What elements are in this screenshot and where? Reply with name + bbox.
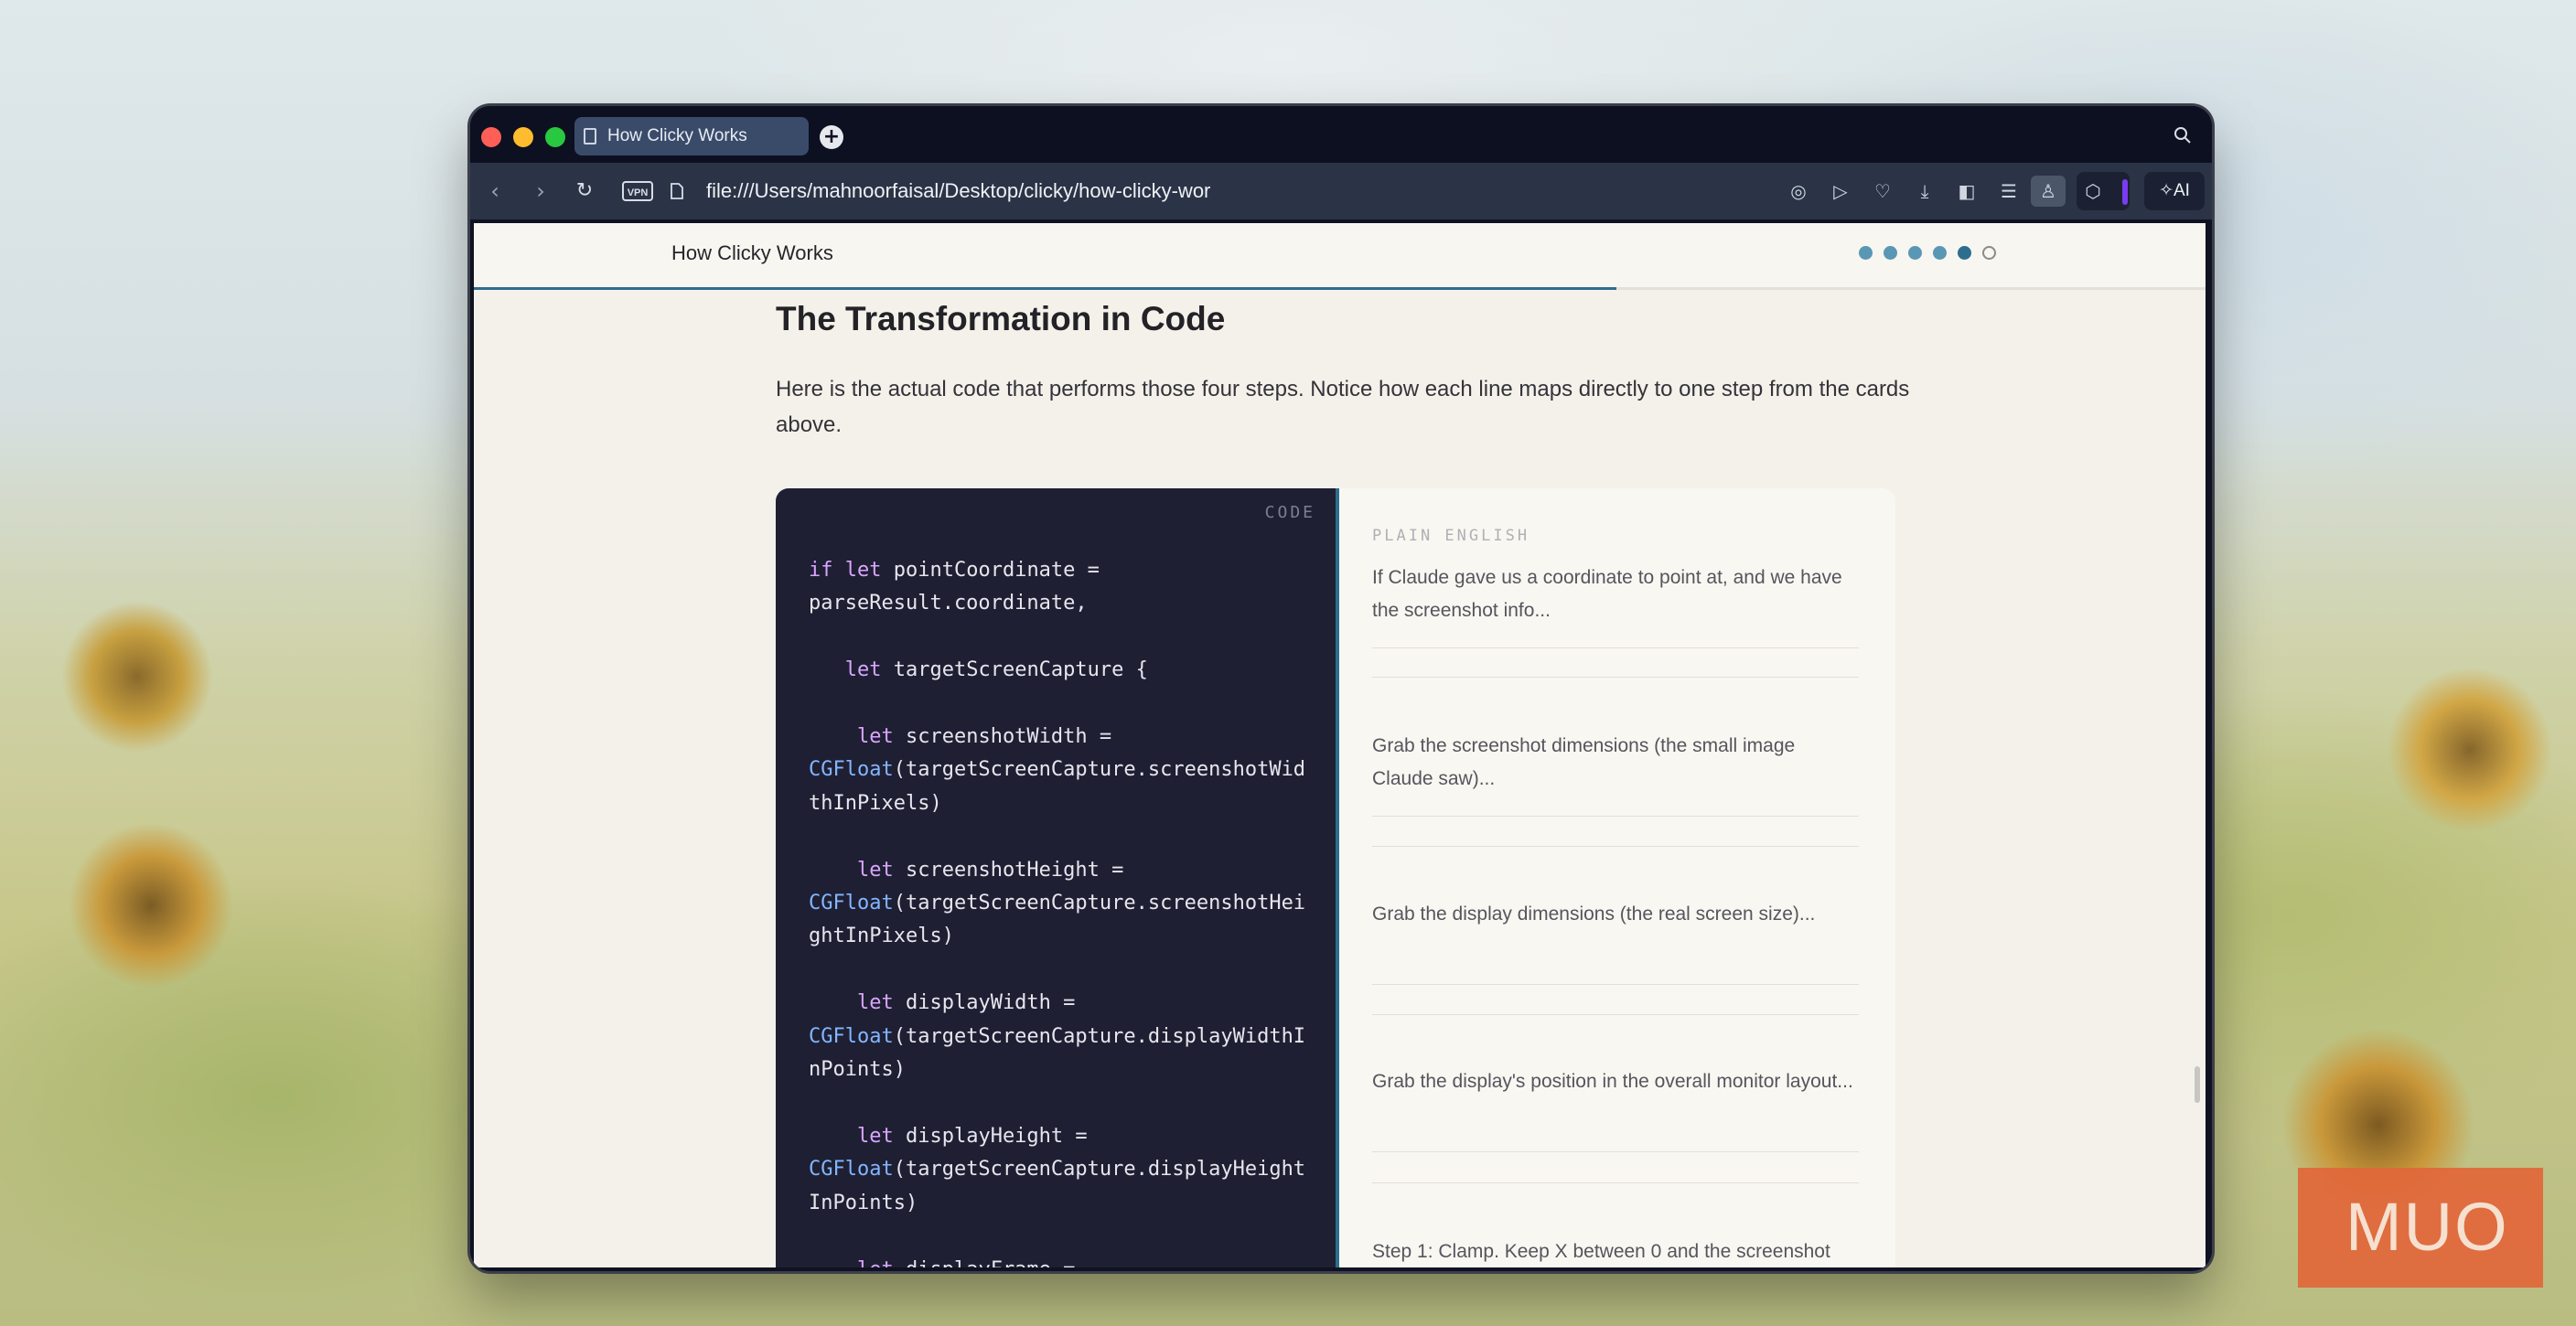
back-arrow-icon[interactable]: ‹ [483,179,507,203]
new-tab-plus-icon[interactable]: + [820,125,843,149]
menu-lines-icon[interactable]: ☰ [1998,180,2020,202]
code-line: thInPixels) [809,791,942,815]
row-divider [1372,816,1859,817]
sidebar-toggle-icon[interactable]: ◧ [1956,180,1978,202]
code-panel: CODE if let pointCoordinate = parseResul… [776,488,1336,1267]
web-page: How Clicky Works The Transformation in C… [474,223,2206,1267]
plain-english-row: Grab the display dimensions (the real sc… [1372,904,1816,925]
site-title: How Clicky Works [671,241,833,264]
code-line: CGFloat(targetScreenCapture.screenshotHe… [809,892,1306,915]
close-window-button[interactable] [481,127,501,147]
code-line: nPoints) [809,1058,906,1082]
row-divider [1372,677,1859,678]
minimize-window-button[interactable] [513,127,533,147]
plain-english-label: PLAIN ENGLISH [1372,527,1530,545]
code-line: CGFloat(targetScreenCapture.screenshotWi… [809,758,1306,782]
muo-logo-text: MUO [2345,1189,2509,1265]
progress-dot-5[interactable] [1958,246,1971,260]
progress-dot-2[interactable] [1884,246,1897,260]
navigation-toolbar: ‹ › ↻ VPN file:///Users/mahnoorfaisal/De… [470,163,2212,219]
plain-english-panel: PLAIN ENGLISH If Claude gave us a coordi… [1339,488,1895,1267]
maximize-window-button[interactable] [545,127,565,147]
page-header: How Clicky Works [474,223,2206,287]
vpn-button[interactable]: VPN [622,181,653,201]
code-line: parseResult.coordinate, [809,592,1088,615]
row-divider [1372,647,1859,648]
play-icon[interactable]: ▷ [1830,180,1852,202]
row-divider [1372,1014,1859,1015]
code-line: let targetScreenCapture { [844,658,1148,682]
cube-icon: ⬡ [2085,180,2101,202]
tab-title: How Clicky Works [607,126,747,145]
progress-dots [1859,246,1996,260]
ai-label: AI [2173,181,2190,200]
scrollbar-thumb[interactable] [2195,1066,2200,1103]
file-icon [671,183,683,199]
download-icon[interactable]: ⤓ [1914,180,1936,202]
extension-indicator [2122,179,2128,205]
section-title: The Transformation in Code [776,300,1226,337]
code-line: ghtInPixels) [809,925,954,948]
row-divider [1372,1182,1859,1183]
row-divider [1372,1151,1859,1152]
forward-arrow-icon[interactable]: › [529,179,553,203]
progress-dot-3[interactable] [1908,246,1922,260]
intro-paragraph: Here is the actual code that performs th… [776,377,1910,437]
code-line: CGFloat(targetScreenCapture.displayWidth… [809,1024,1306,1048]
reload-icon[interactable]: ↻ [573,179,596,203]
code-block: if let pointCoordinate = parseResult.coo… [809,554,1321,1267]
code-line: if let pointCoordinate = [809,559,1100,582]
person-icon: ♙ [2040,180,2056,202]
row-divider [1372,984,1859,985]
document-icon [584,128,596,144]
plain-english-row: Grab the screenshot dimensions (the smal… [1372,735,1796,789]
code-line: let displayHeight = [856,1124,1088,1148]
title-bar: How Clicky Works + [470,106,2212,163]
address-bar[interactable]: file:///Users/mahnoorfaisal/Desktop/clic… [706,179,1210,203]
plain-english-row: Grab the display's position in the overa… [1372,1071,1853,1092]
code-line: CGFloat(targetScreenCapture.displayHeigh… [809,1158,1306,1182]
search-icon[interactable] [2174,126,2192,144]
row-divider [1372,846,1859,847]
code-line: InPoints) [809,1191,918,1214]
plain-english-row: Step 1: Clamp. Keep X between 0 and the … [1372,1241,1830,1262]
progress-dot-6[interactable] [1982,246,1996,260]
plain-english-row: If Claude gave us a coordinate to point … [1372,567,1842,621]
camera-icon[interactable]: ◎ [1787,180,1809,202]
code-line: let displayFrame = [809,1258,1075,1267]
tab-how-clicky-works[interactable]: How Clicky Works [574,117,809,155]
progress-dot-4[interactable] [1933,246,1947,260]
muo-watermark-logo: MUO [2298,1168,2543,1288]
code-line: let displayWidth = [856,991,1076,1015]
code-line: let screenshotHeight = [856,858,1124,882]
heart-icon[interactable]: ♡ [1872,180,1894,202]
code-label: CODE [1264,503,1315,522]
sparkle-icon: ✧ [2159,181,2174,200]
profile-button[interactable]: ♙ [2031,176,2066,207]
progress-dot-1[interactable] [1859,246,1873,260]
reading-progress-bar [474,287,1617,290]
code-line: let screenshotWidth = [856,725,1112,749]
ai-button[interactable]: ✧AI [2144,172,2205,210]
browser-window: How Clicky Works + ‹ › ↻ VPN file:///Use… [470,106,2212,1271]
